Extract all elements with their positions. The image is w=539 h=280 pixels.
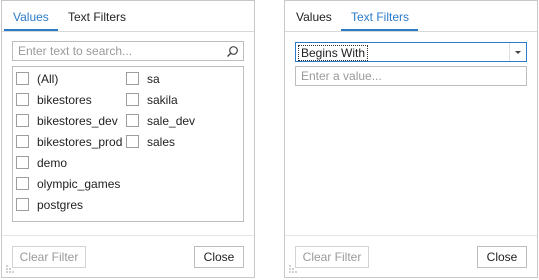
tab-text-filters[interactable]: Text Filters <box>351 10 409 30</box>
checkbox[interactable] <box>126 93 139 106</box>
list-item-label: sa <box>147 71 160 86</box>
checkbox[interactable] <box>16 135 29 148</box>
close-button[interactable]: Close <box>194 246 244 268</box>
tab-bar: Values Text Filters <box>2 1 254 32</box>
list-item[interactable]: sales <box>126 131 195 152</box>
list-item-all[interactable]: (All) <box>16 68 122 89</box>
active-tab-underline <box>4 29 58 31</box>
list-item-label: (All) <box>37 71 59 86</box>
checkbox[interactable] <box>16 177 29 190</box>
checkbox[interactable] <box>16 114 29 127</box>
search-icon[interactable] <box>226 45 239 58</box>
checkbox[interactable] <box>126 114 139 127</box>
values-column-2: sa sakila sale_dev sales <box>126 68 195 152</box>
checkbox[interactable] <box>16 93 29 106</box>
list-item[interactable]: postgres <box>16 194 122 215</box>
dropdown-button[interactable] <box>509 43 526 61</box>
list-item-label: bikestores_dev <box>37 113 118 128</box>
list-item[interactable]: bikestores <box>16 89 122 110</box>
search-field <box>12 41 244 61</box>
list-item[interactable]: olympic_games <box>16 173 122 194</box>
resize-grip-icon[interactable] <box>288 264 298 274</box>
list-item-label: sale_dev <box>147 113 196 128</box>
list-item[interactable]: sale_dev <box>126 110 195 131</box>
list-item[interactable]: sa <box>126 68 195 89</box>
tab-values[interactable]: Values <box>13 10 49 30</box>
list-item[interactable]: demo <box>16 152 122 173</box>
close-button[interactable]: Close <box>477 246 527 268</box>
dropdown-arrow-icon <box>515 51 521 54</box>
list-item-label: olympic_games <box>37 176 121 191</box>
checkbox[interactable] <box>126 135 139 148</box>
list-item[interactable]: bikestores_dev <box>16 110 122 131</box>
value-field <box>295 66 527 86</box>
condition-dropdown[interactable]: Begins With <box>295 42 527 62</box>
list-item-label: demo <box>37 155 68 170</box>
checkbox[interactable] <box>16 72 29 85</box>
text-filters-panel: Values Text Filters Begins With Clear Fi… <box>284 0 538 278</box>
checkbox[interactable] <box>126 72 139 85</box>
condition-selected-value: Begins With <box>298 45 369 61</box>
values-column-1: (All) bikestores bikestores_dev bikestor… <box>16 68 122 215</box>
tab-bar: Values Text Filters <box>285 1 537 32</box>
tab-text-filters[interactable]: Text Filters <box>68 10 126 30</box>
value-input[interactable] <box>301 68 501 84</box>
list-item[interactable]: bikestores_prod <box>16 131 122 152</box>
search-input[interactable] <box>18 43 218 59</box>
list-item[interactable]: sakila <box>126 89 195 110</box>
footer-divider <box>2 235 254 236</box>
footer-divider <box>285 235 537 236</box>
values-list: (All) bikestores bikestores_dev bikestor… <box>12 66 244 222</box>
resize-grip-icon[interactable] <box>5 264 15 274</box>
clear-filter-button[interactable]: Clear Filter <box>295 246 369 268</box>
list-item-label: postgres <box>37 197 84 212</box>
tab-values[interactable]: Values <box>296 10 332 30</box>
checkbox[interactable] <box>16 198 29 211</box>
list-item-label: bikestores <box>37 92 92 107</box>
clear-filter-button[interactable]: Clear Filter <box>12 246 86 268</box>
list-item-label: sakila <box>147 92 178 107</box>
active-tab-underline <box>341 29 418 31</box>
checkbox[interactable] <box>16 156 29 169</box>
values-filter-panel: Values Text Filters (All) bikestores bik… <box>1 0 255 278</box>
list-item-label: bikestores_prod <box>37 134 123 149</box>
list-item-label: sales <box>147 134 176 149</box>
